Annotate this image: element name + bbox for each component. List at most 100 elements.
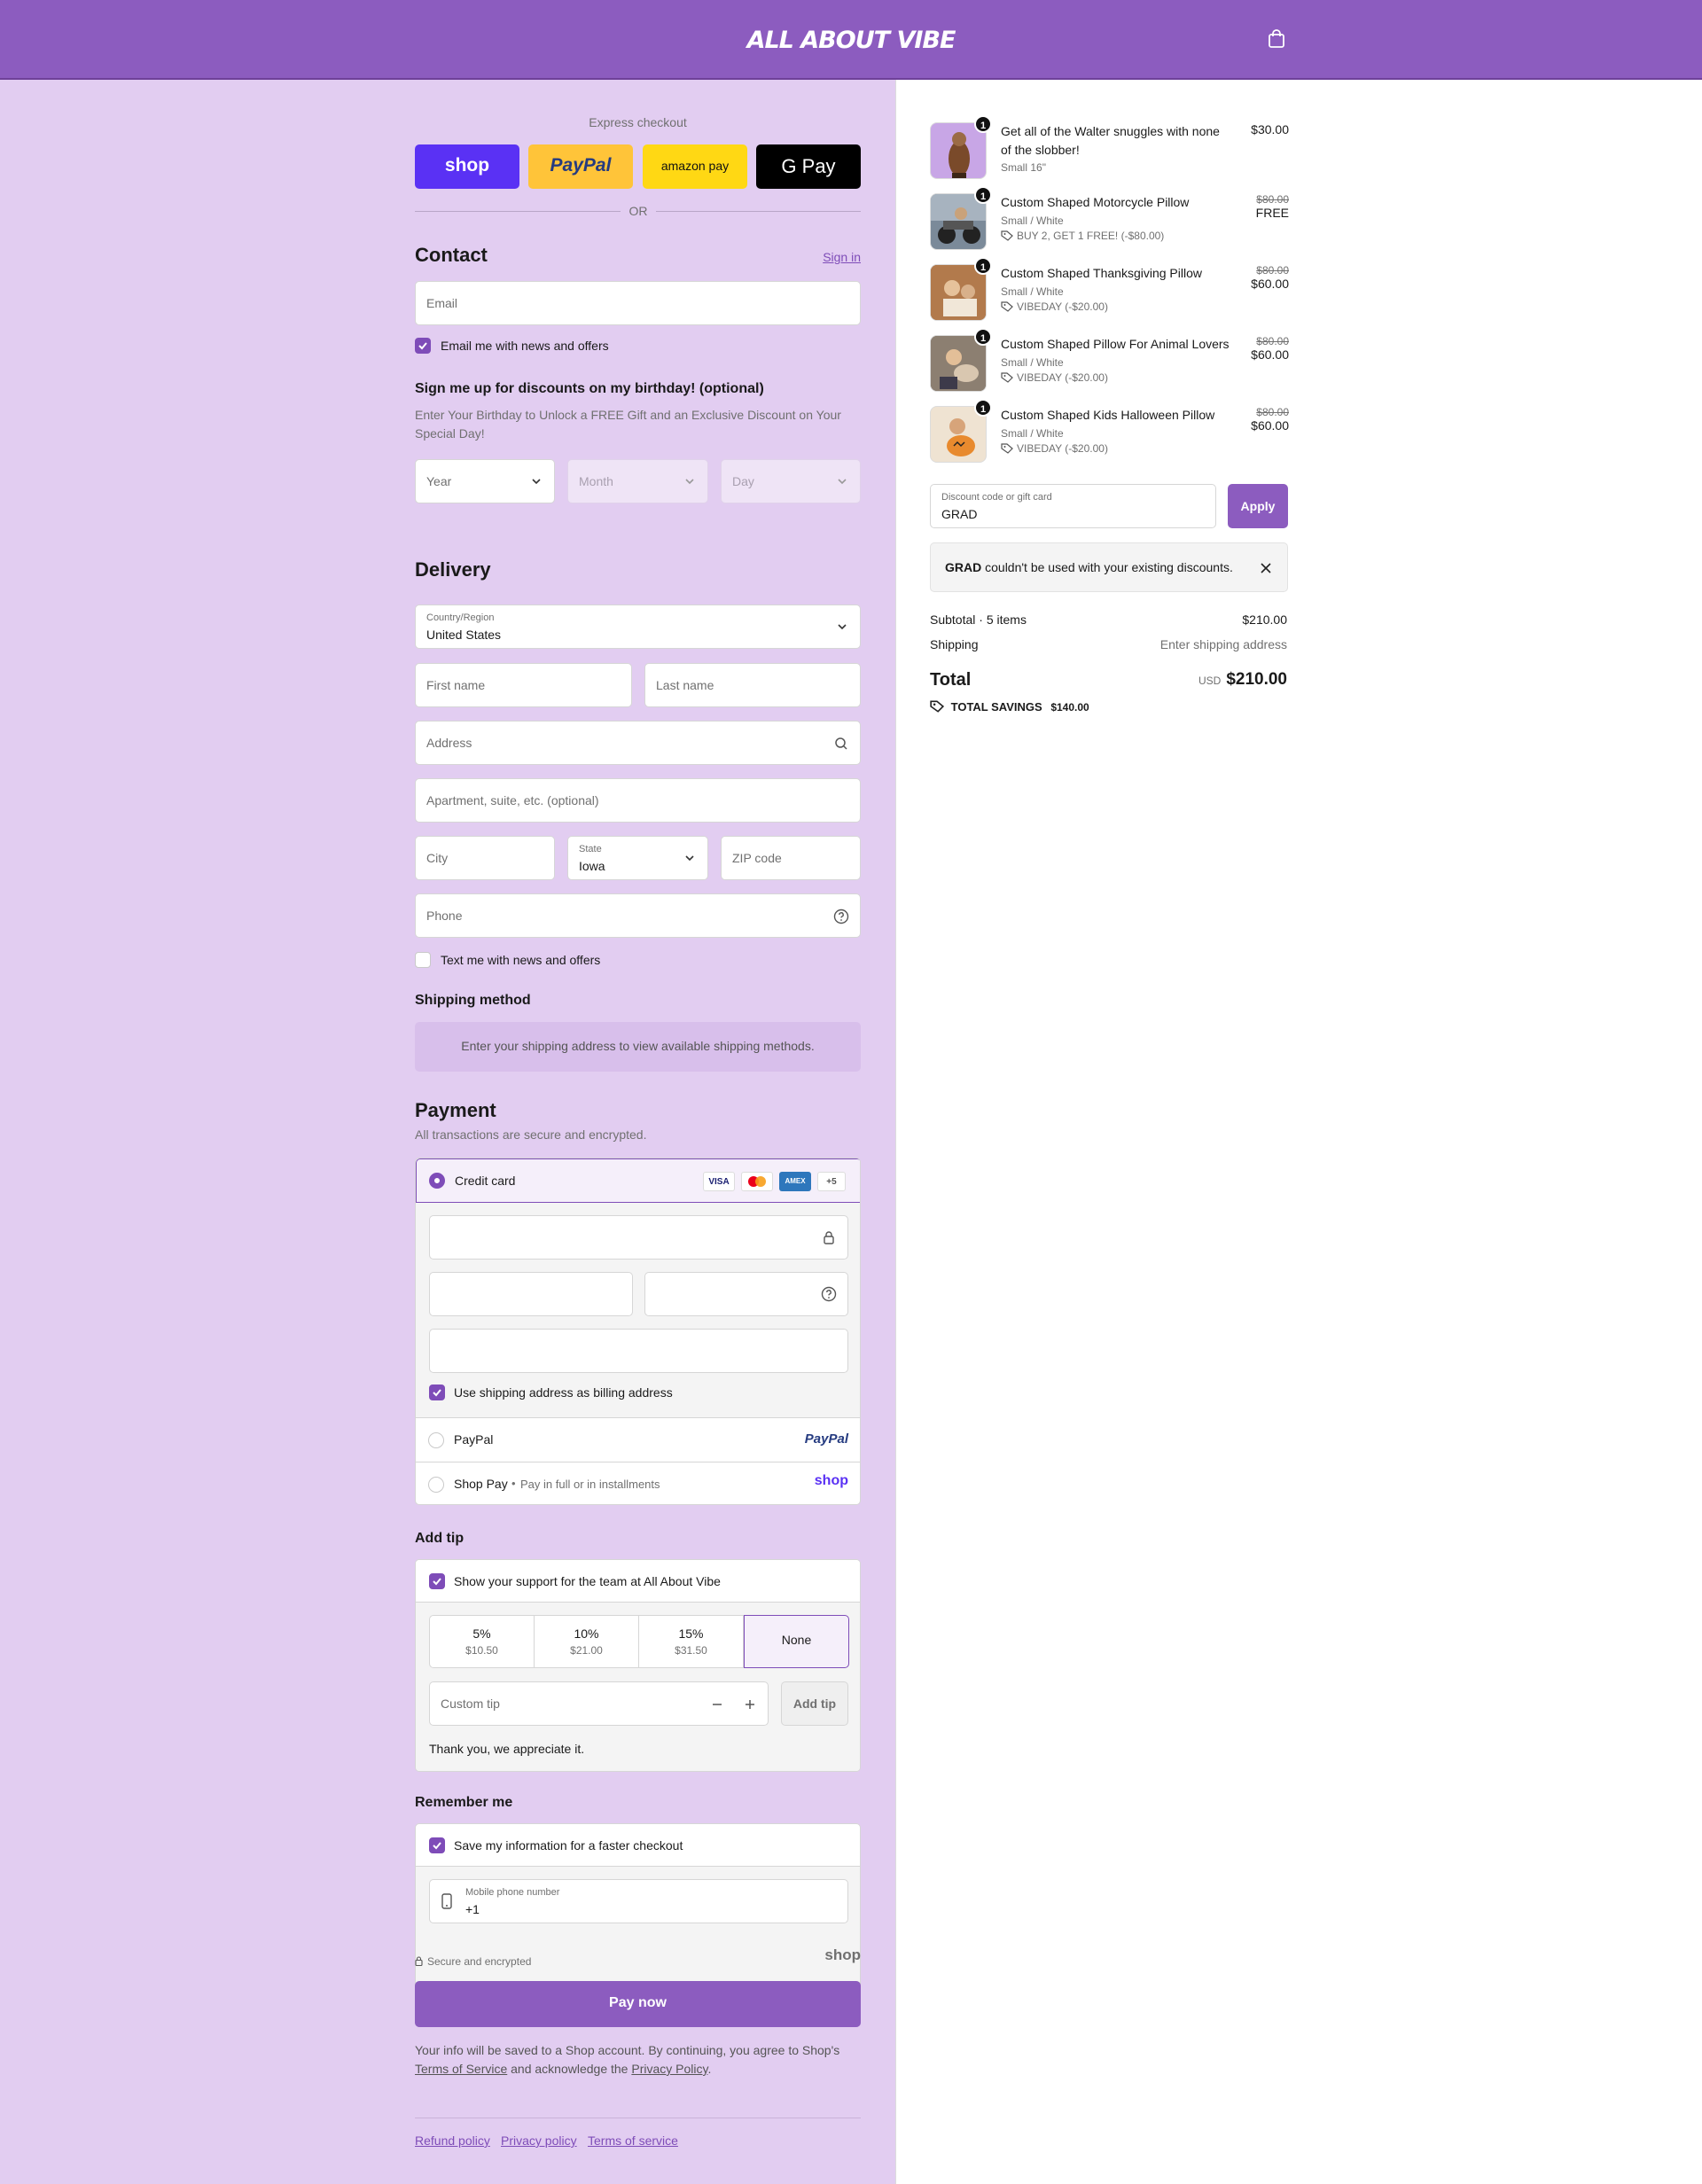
shop-terms-link[interactable]: Terms of Service (415, 2062, 507, 2076)
header: ALL ABOUT VIBE (0, 0, 1702, 80)
help-icon[interactable] (821, 1286, 837, 1302)
discount-code-field[interactable]: Discount code or gift card GRAD (930, 484, 1216, 528)
tip-option-15[interactable]: 15% $31.50 (639, 1616, 744, 1667)
city-placeholder: City (426, 851, 449, 865)
paypal-radio[interactable] (428, 1432, 444, 1448)
card-expiry-field[interactable] (429, 1272, 633, 1316)
amazon-pay-button[interactable]: amazon pay (643, 144, 747, 189)
tip-amount: $10.50 (465, 1644, 498, 1657)
search-icon (835, 737, 847, 750)
paypal-label: PayPal (550, 155, 612, 176)
item-final-price: FREE (1255, 206, 1289, 220)
mobile-phone-field[interactable]: Mobile phone number +1 (429, 1879, 848, 1923)
paypal-button[interactable]: PayPal (528, 144, 633, 189)
terms-of-service-link[interactable]: Terms of service (588, 2133, 678, 2148)
legal-end-text: . (707, 2062, 712, 2076)
first-name-placeholder: First name (426, 678, 486, 692)
birth-day-select: Day (721, 459, 861, 503)
text-news-checkbox[interactable] (415, 952, 431, 968)
sign-in-link[interactable]: Sign in (823, 250, 861, 264)
tip-option-none[interactable]: None (744, 1615, 849, 1668)
last-name-placeholder: Last name (656, 678, 714, 692)
credit-card-option[interactable]: Credit card VISA AMEX +5 (416, 1158, 860, 1203)
checkmark-icon (433, 1389, 441, 1397)
discount-error-text: couldn't be used with your existing disc… (981, 560, 1233, 574)
country-select[interactable]: Country/Region United States (415, 604, 861, 649)
birth-year-select[interactable]: Year (415, 459, 555, 503)
privacy-policy-link[interactable]: Privacy policy (501, 2133, 577, 2148)
contact-heading: Contact (415, 244, 488, 266)
shipping-label: Shipping (930, 637, 979, 651)
minus-icon[interactable] (712, 1699, 722, 1710)
card-cvv-field[interactable] (644, 1272, 848, 1316)
address-field[interactable]: Address (415, 721, 861, 765)
save-info-label: Save my information for a faster checkou… (454, 1838, 683, 1852)
shop-pay-sub: Pay in full or in installments (520, 1478, 660, 1491)
pay-now-button[interactable]: Pay now (415, 1981, 861, 2027)
state-select[interactable]: State Iowa (567, 836, 708, 880)
item-discount: VIBEDAY (-$20.00) (1001, 300, 1108, 313)
shopping-bag-icon[interactable] (1268, 29, 1285, 49)
pay-now-label: Pay now (609, 1995, 667, 2010)
order-summary: 1 Get all of the Walter snuggles with no… (895, 80, 1702, 2184)
address-placeholder: Address (426, 736, 472, 750)
phone-placeholder: Phone (426, 909, 463, 923)
cart-item: 1 Custom Shaped Pillow For Animal Lovers… (930, 328, 1289, 397)
tip-option-10[interactable]: 10% $21.00 (535, 1616, 639, 1667)
last-name-field[interactable]: Last name (644, 663, 861, 707)
add-tip-label: Add tip (792, 1696, 837, 1711)
add-tip-button[interactable]: Add tip (781, 1681, 848, 1726)
plus-icon[interactable] (745, 1699, 755, 1710)
credit-card-radio[interactable] (429, 1173, 445, 1189)
tip-panel: Show your support for the team at All Ab… (415, 1559, 861, 1772)
birth-month-select: Month (567, 459, 708, 503)
remember-heading: Remember me (415, 1795, 513, 1810)
item-price: $80.00 $60.00 (1251, 335, 1289, 362)
card-name-field[interactable] (429, 1329, 848, 1373)
refund-policy-link[interactable]: Refund policy (415, 2133, 490, 2148)
shop-pay-button[interactable]: shop (415, 144, 519, 189)
checkmark-icon (433, 1578, 441, 1586)
first-name-field[interactable]: First name (415, 663, 632, 707)
help-icon[interactable] (833, 909, 849, 924)
phone-field[interactable]: Phone (415, 893, 861, 938)
card-fields-area: Use shipping address as billing address (416, 1203, 860, 1418)
apartment-field[interactable]: Apartment, suite, etc. (optional) (415, 778, 861, 823)
mobile-phone-icon (441, 1893, 452, 1909)
save-info-checkbox[interactable] (429, 1837, 445, 1853)
tip-percent: 15% (678, 1626, 704, 1641)
paypal-option[interactable]: PayPal PayPal (416, 1418, 860, 1462)
card-number-field[interactable] (429, 1215, 848, 1260)
mobile-phone-value: +1 (465, 1902, 480, 1916)
or-divider-text: OR (628, 204, 648, 218)
quantity-badge: 1 (974, 328, 992, 346)
tip-option-5[interactable]: 5% $10.50 (430, 1616, 535, 1667)
shop-privacy-link[interactable]: Privacy Policy (631, 2062, 707, 2076)
shop-pay-option-label: Shop Pay (454, 1477, 508, 1491)
email-news-checkbox[interactable] (415, 338, 431, 354)
more-cards-badge: +5 (817, 1172, 846, 1191)
birth-year-placeholder: Year (426, 474, 452, 488)
apply-label: Apply (1240, 499, 1276, 513)
google-pay-button[interactable]: G Pay (756, 144, 861, 189)
item-name: Custom Shaped Thanksgiving Pillow (1001, 266, 1202, 280)
billing-address-checkbox[interactable] (429, 1384, 445, 1400)
total-value: $210.00 (1226, 670, 1287, 689)
tip-none-label: None (781, 1633, 812, 1647)
shop-pay-radio[interactable] (428, 1477, 444, 1493)
close-icon[interactable] (1261, 563, 1271, 573)
shipping-value: Enter shipping address (1159, 637, 1287, 651)
city-field[interactable]: City (415, 836, 555, 880)
tip-thanks: Thank you, we appreciate it. (429, 1742, 585, 1756)
zip-field[interactable]: ZIP code (721, 836, 861, 880)
item-discount-text: VIBEDAY (-$20.00) (1017, 300, 1108, 313)
custom-tip-field[interactable]: Custom tip (429, 1681, 769, 1726)
item-discount-text: BUY 2, GET 1 FREE! (-$80.00) (1017, 230, 1165, 242)
apply-button[interactable]: Apply (1228, 484, 1288, 528)
email-field[interactable]: Email (415, 281, 861, 325)
shop-pay-option[interactable]: Shop Pay • Pay in full or in installment… (416, 1462, 860, 1504)
store-logo[interactable]: ALL ABOUT VIBE (0, 27, 1702, 54)
tip-support-checkbox[interactable] (429, 1573, 445, 1589)
item-final-price: $60.00 (1251, 418, 1289, 433)
tag-icon (1001, 372, 1013, 383)
